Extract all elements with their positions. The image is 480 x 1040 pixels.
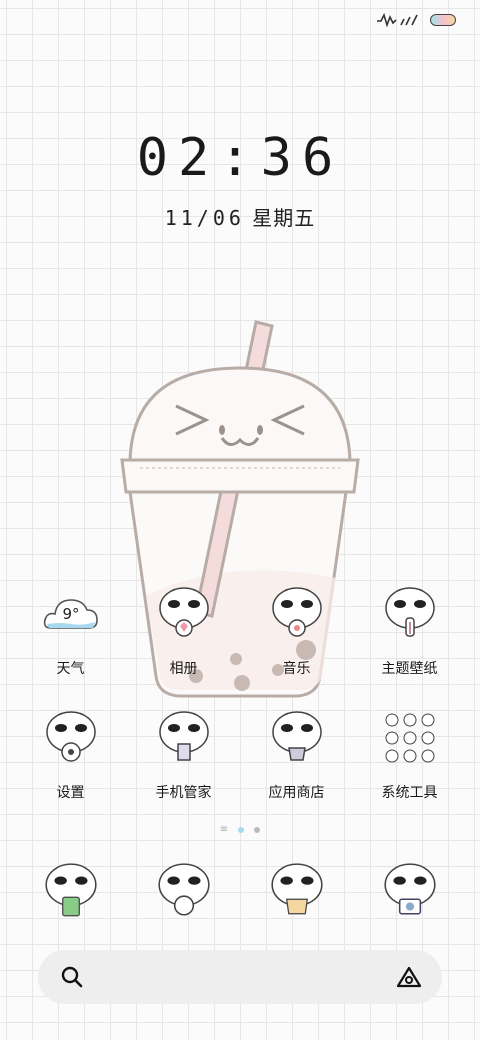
app-label: 音乐: [282, 661, 311, 677]
app-settings[interactable]: 设置: [14, 704, 127, 828]
app-label: 天气: [56, 661, 85, 677]
app-row: 设置 手机管家 应用商店 系统工具: [14, 704, 466, 828]
app-grid: 9° 天气 相册 音乐 主题壁纸 设置 手机管家 应用商店 系统工具: [14, 580, 466, 828]
app-store-icon: [271, 711, 322, 761]
list-page-icon: ≡: [219, 824, 229, 835]
phone-manager-icon: [158, 711, 209, 761]
page-dot: [254, 826, 261, 833]
dock: [14, 856, 466, 922]
phone-icon: [44, 863, 97, 917]
dock-camera[interactable]: [353, 856, 466, 922]
music-icon: [271, 587, 322, 637]
dock-contacts[interactable]: [240, 856, 353, 922]
camera-icon: [383, 863, 436, 915]
dock-messages[interactable]: [127, 856, 240, 922]
dock-phone[interactable]: [14, 856, 127, 922]
app-label: 设置: [56, 785, 85, 801]
app-system-tools-folder[interactable]: 系统工具: [353, 704, 466, 828]
weekday-text: 星期五: [252, 206, 316, 230]
app-phone-manager[interactable]: 手机管家: [127, 704, 240, 828]
app-music[interactable]: 音乐: [240, 580, 353, 704]
themes-icon: [384, 587, 435, 637]
app-label: 手机管家: [155, 785, 212, 801]
app-themes[interactable]: 主题壁纸: [353, 580, 466, 704]
messages-icon: [157, 863, 210, 916]
weather-temp: 9°: [62, 605, 79, 623]
battery-icon: [430, 14, 456, 26]
app-row: 9° 天气 相册 音乐 主题壁纸: [14, 580, 466, 704]
search-icon[interactable]: [60, 965, 84, 989]
clock-date: 11/06 星期五: [0, 202, 480, 231]
contacts-icon: [270, 863, 323, 915]
assistant-icon[interactable]: [396, 965, 422, 989]
status-bar: [376, 10, 456, 30]
settings-icon: [45, 711, 96, 762]
search-bar[interactable]: [38, 950, 442, 1004]
app-gallery[interactable]: 相册: [127, 580, 240, 704]
page-indicator[interactable]: ≡: [0, 824, 480, 835]
page-dot-active: [238, 826, 245, 833]
date-text: 11/06: [164, 206, 245, 230]
app-label: 主题壁纸: [381, 661, 438, 677]
app-label: 系统工具: [381, 785, 438, 801]
gallery-icon: [158, 587, 209, 637]
weather-cloud-icon: 9°: [43, 599, 98, 629]
clock-time: 02:36: [136, 128, 344, 188]
app-weather[interactable]: 9° 天气: [14, 580, 127, 704]
signal-icon: [377, 12, 418, 28]
folder-icon: [385, 713, 434, 763]
app-label: 相册: [169, 661, 198, 677]
app-store[interactable]: 应用商店: [240, 704, 353, 828]
app-label: 应用商店: [268, 785, 325, 801]
